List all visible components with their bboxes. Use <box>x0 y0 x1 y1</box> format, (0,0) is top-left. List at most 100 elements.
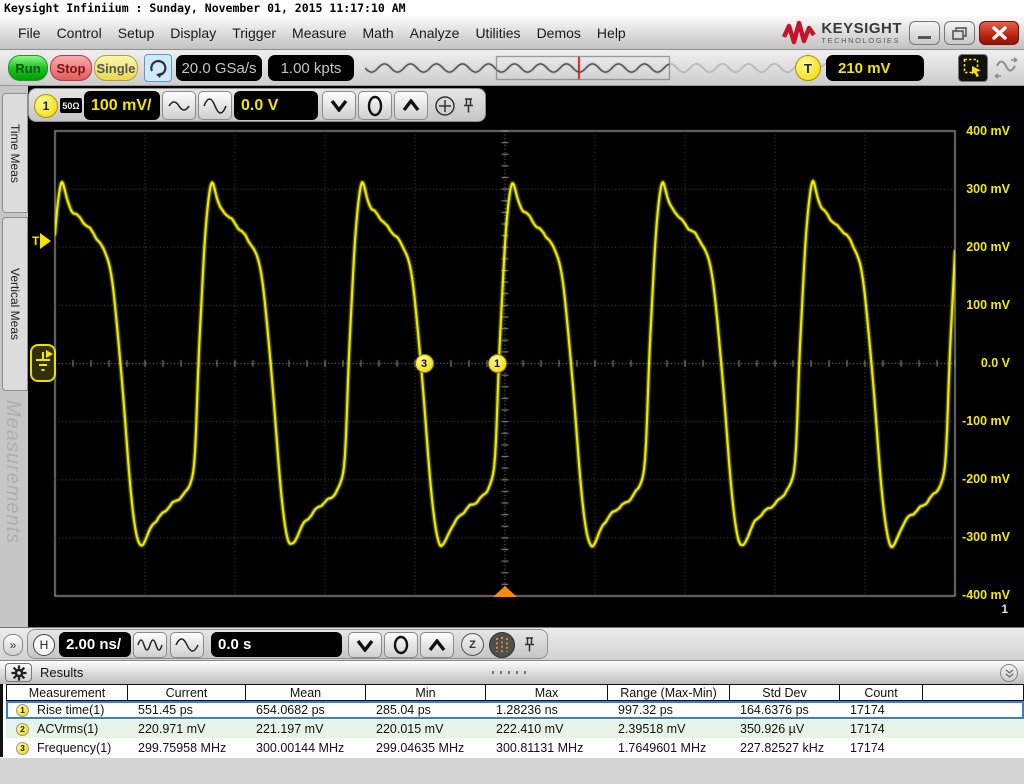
menu-analyze[interactable]: Analyze <box>402 25 468 41</box>
panel-drag-handle[interactable] <box>492 671 530 674</box>
trigger-level-display[interactable]: 210 mV <box>826 55 924 81</box>
scope-grid-canvas[interactable] <box>28 86 1024 627</box>
title-bar: Keysight Infiniium : Sunday, November 01… <box>0 0 1024 16</box>
double-chevron-down-icon <box>1004 668 1015 679</box>
vertical-scale-display[interactable]: 100 mV/ <box>84 91 160 120</box>
measurement-marker-3[interactable]: 3 <box>415 354 434 373</box>
menu-measure[interactable]: Measure <box>284 25 354 41</box>
menu-trigger[interactable]: Trigger <box>224 25 284 41</box>
channel1-badge[interactable]: 1 <box>34 94 58 118</box>
menu-math[interactable]: Math <box>355 25 402 41</box>
measurement-marker-1[interactable]: 1 <box>488 354 507 373</box>
channel1-ground-marker[interactable] <box>30 344 56 382</box>
sample-rate-display[interactable]: 20.0 GSa/s <box>176 55 262 81</box>
add-channel-button[interactable] <box>434 95 456 117</box>
pan-waveform-button[interactable] <box>990 54 1022 82</box>
position-right-button[interactable] <box>420 632 454 658</box>
measurement-badge: 1 <box>16 704 29 717</box>
expand-button[interactable]: » <box>3 634 23 656</box>
left-sidebar: Time Meas Vertical Meas Measurements <box>0 86 28 660</box>
results-settings-button[interactable] <box>5 663 32 682</box>
zoom-button[interactable]: Z <box>461 633 484 656</box>
zero-icon <box>366 95 384 117</box>
close-button[interactable] <box>979 21 1019 45</box>
cell-current: 551.45 ps <box>128 701 246 719</box>
column-header: Std Dev <box>730 684 840 701</box>
cell-mean: 300.00144 MHz <box>246 739 366 757</box>
restore-button[interactable] <box>944 21 975 45</box>
measurement-name: Frequency(1) <box>37 741 111 755</box>
result-row-frequency[interactable]: 3 Frequency(1) 299.75958 MHz 300.00144 M… <box>6 739 1024 757</box>
position-left-button[interactable] <box>348 632 382 658</box>
restore-icon <box>952 27 967 40</box>
impedance-badge[interactable]: 50Ω <box>60 98 82 113</box>
column-header: Mean <box>246 684 366 701</box>
menu-help[interactable]: Help <box>589 25 634 41</box>
window-title: Keysight Infiniium : Sunday, November 01… <box>4 1 406 15</box>
menu-utilities[interactable]: Utilities <box>467 25 528 41</box>
tab-time-meas[interactable]: Time Meas <box>2 93 28 213</box>
plus-circle-icon <box>434 95 456 117</box>
measurement-name: ACVrms(1) <box>37 722 98 736</box>
y-axis-label: -300 mV <box>950 530 1010 544</box>
column-header: Range (Max-Min) <box>608 684 730 701</box>
single-sine-icon <box>174 636 200 654</box>
cell-range: 2.39518 mV <box>608 720 730 738</box>
rearm-button[interactable] <box>144 54 172 82</box>
trigger-time-marker[interactable] <box>493 586 517 597</box>
offset-up-button[interactable] <box>394 91 428 120</box>
result-row-rise-time[interactable]: 1 Rise time(1) 551.45 ps 654.0682 ps 285… <box>6 701 1024 719</box>
menu-file[interactable]: File <box>10 25 49 41</box>
minimize-button[interactable] <box>909 21 940 45</box>
cell-count: 17174 <box>840 720 923 738</box>
pin-icon[interactable] <box>461 97 476 115</box>
timebase-scale-display[interactable]: 2.00 ns/ <box>59 632 131 657</box>
acquisition-points-button[interactable] <box>489 632 515 658</box>
cell-min: 299.04635 MHz <box>366 739 486 757</box>
timebase-zoom-out-button[interactable] <box>133 632 167 658</box>
run-button[interactable]: Run <box>8 55 48 81</box>
offset-down-button[interactable] <box>322 91 356 120</box>
pushpin-icon <box>461 97 476 115</box>
selection-tool-button[interactable] <box>958 54 988 82</box>
menu-demos[interactable]: Demos <box>529 25 589 41</box>
cell-stddev: 227.82527 kHz <box>730 739 840 757</box>
y-axis-label: 300 mV <box>950 182 1010 196</box>
menu-bar: File Control Setup Display Trigger Measu… <box>0 16 1024 50</box>
pin-icon[interactable] <box>522 636 537 654</box>
trigger-marker-label: T <box>32 234 39 248</box>
menu-display[interactable]: Display <box>162 25 224 41</box>
stop-button[interactable]: Stop <box>50 55 92 81</box>
position-zero-button[interactable] <box>384 632 418 658</box>
cell-current: 299.75958 MHz <box>128 739 246 757</box>
memory-depth-display[interactable]: 1.00 kpts <box>268 55 354 81</box>
horizontal-badge[interactable]: H <box>33 634 55 656</box>
results-table-header: Measurement Current Mean Min Max Range (… <box>6 684 1024 701</box>
waveform-arrows-icon <box>992 56 1020 80</box>
multi-sine-icon <box>137 637 163 653</box>
collapse-panel-button[interactable] <box>1000 664 1018 682</box>
vertical-offset-display[interactable]: 0.0 V <box>234 91 318 120</box>
cell-range: 1.7649601 MHz <box>608 739 730 757</box>
cell-count: 17174 <box>840 701 923 719</box>
timebase-zoom-in-button[interactable] <box>170 632 204 658</box>
trigger-badge[interactable]: T <box>795 55 821 81</box>
zero-icon <box>392 635 410 655</box>
single-button[interactable]: Single <box>94 55 138 81</box>
offset-zero-button[interactable] <box>358 91 392 120</box>
y-axis-label: 100 mV <box>950 298 1010 312</box>
vertical-scale-decrease-button[interactable] <box>162 91 196 120</box>
measurement-badge: 2 <box>16 723 29 736</box>
dashed-select-icon <box>962 57 984 79</box>
gear-icon <box>11 665 27 681</box>
timebase-position-display[interactable]: 0.0 s <box>211 632 342 657</box>
menu-control[interactable]: Control <box>49 25 110 41</box>
cell-range: 997.32 ps <box>608 701 730 719</box>
column-header-empty <box>923 684 1024 701</box>
menu-setup[interactable]: Setup <box>110 25 163 41</box>
tab-vertical-meas[interactable]: Vertical Meas <box>2 217 28 391</box>
result-row-acvrms[interactable]: 2 ACVrms(1) 220.971 mV 221.197 mV 220.01… <box>6 720 1024 738</box>
brand-name: KEYSIGHT <box>821 22 902 36</box>
trigger-level-marker[interactable]: T <box>32 233 51 249</box>
vertical-scale-increase-button[interactable] <box>198 91 232 120</box>
